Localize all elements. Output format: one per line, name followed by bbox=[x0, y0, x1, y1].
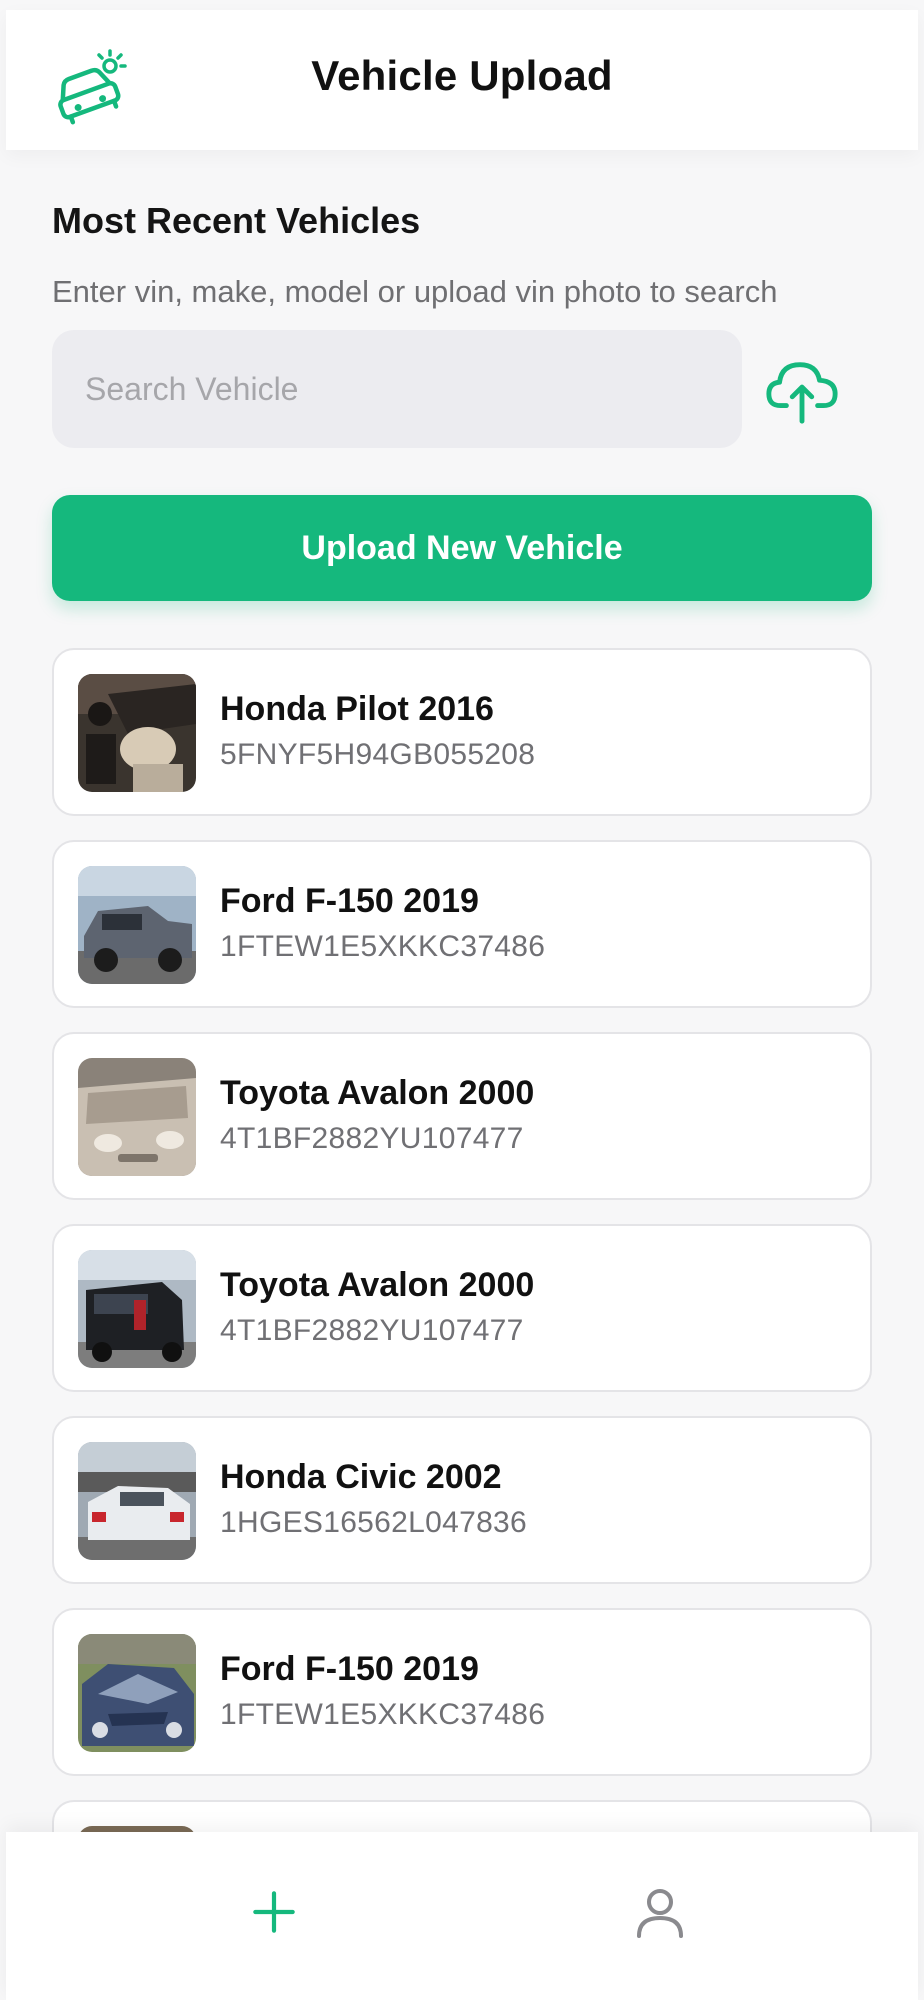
upload-new-vehicle-button[interactable]: Upload New Vehicle bbox=[52, 495, 872, 601]
vehicle-card[interactable]: Ford F-150 2019 1FTEW1E5XKKC37486 bbox=[52, 840, 872, 1008]
vehicle-photo bbox=[78, 866, 196, 984]
vehicle-name: Honda Civic 2002 bbox=[220, 1458, 502, 1496]
cloud-upload-icon[interactable] bbox=[762, 350, 842, 430]
vehicle-name: Toyota Avalon 2000 bbox=[220, 1074, 535, 1112]
section-title: Most Recent Vehicles bbox=[52, 200, 421, 241]
vehicle-vin: 1HGES16562L047836 bbox=[220, 1506, 528, 1539]
vehicle-photo bbox=[78, 1442, 196, 1560]
search-helper-text: Enter vin, make, model or upload vin pho… bbox=[52, 274, 778, 309]
app-header: Vehicle Upload bbox=[6, 10, 918, 150]
vehicle-photo bbox=[78, 1058, 196, 1176]
vehicle-name: Ford F-150 2019 bbox=[220, 1650, 479, 1688]
app-screen: Vehicle Upload Most Recent Vehicles Ente… bbox=[0, 0, 924, 2000]
vehicle-name: Honda Pilot 2016 bbox=[220, 690, 494, 728]
vehicle-photo bbox=[78, 674, 196, 792]
vehicle-name: Ford F-150 2019 bbox=[220, 882, 479, 920]
search-row bbox=[52, 330, 872, 448]
vehicle-photo bbox=[78, 1250, 196, 1368]
user-icon[interactable] bbox=[620, 1872, 700, 1952]
vehicle-vin: 1FTEW1E5XKKC37486 bbox=[220, 930, 546, 963]
vehicle-card[interactable]: Honda Civic 2002 1HGES16562L047836 bbox=[52, 1416, 872, 1584]
vehicle-name: Toyota Avalon 2000 bbox=[220, 1266, 535, 1304]
vehicle-card[interactable]: Toyota Avalon 2000 4T1BF2882YU107477 bbox=[52, 1032, 872, 1200]
bottom-tab-bar bbox=[6, 1832, 918, 2000]
plus-icon[interactable] bbox=[234, 1872, 314, 1952]
search-input[interactable] bbox=[52, 330, 742, 448]
vehicle-photo bbox=[78, 1634, 196, 1752]
vehicle-card[interactable]: Honda Pilot 2016 5FNYF5H94GB055208 bbox=[52, 648, 872, 816]
car-sparkle-icon bbox=[52, 46, 132, 126]
vehicle-card[interactable]: Toyota Avalon 2000 4T1BF2882YU107477 bbox=[52, 1224, 872, 1392]
vehicle-card[interactable]: Ford F-150 2019 1FTEW1E5XKKC37486 bbox=[52, 1608, 872, 1776]
vehicle-vin: 4T1BF2882YU107477 bbox=[220, 1122, 524, 1155]
vehicle-vin: 4T1BF2882YU107477 bbox=[220, 1314, 524, 1347]
vehicle-vin: 5FNYF5H94GB055208 bbox=[220, 738, 536, 771]
vehicle-vin: 1FTEW1E5XKKC37486 bbox=[220, 1698, 546, 1731]
page-title: Vehicle Upload bbox=[311, 52, 613, 99]
vehicle-list: Honda Pilot 2016 5FNYF5H94GB055208 Ford … bbox=[52, 648, 872, 1800]
